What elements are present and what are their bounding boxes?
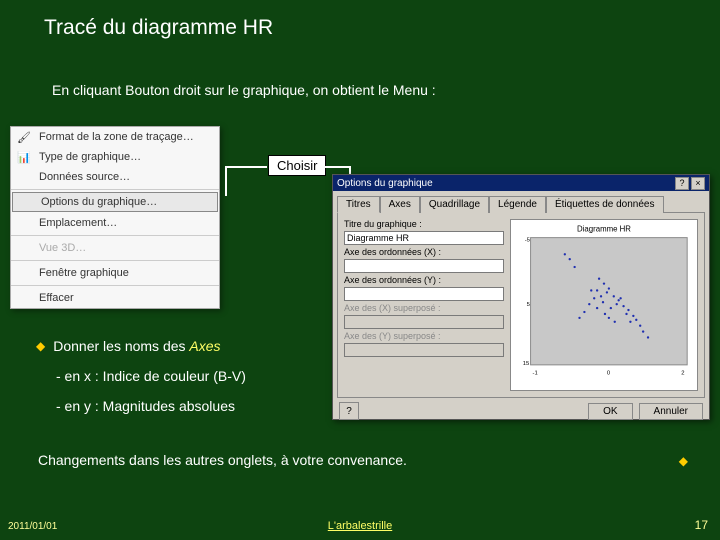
dialog-panel: Titre du graphique : Axe des ordonnées (… [337,212,705,398]
chart-icon: 📊 [15,149,33,165]
cancel-button[interactable]: Annuler [639,403,703,420]
svg-text:-5: -5 [525,238,531,244]
choisir-label: Choisir [268,155,326,176]
y2-axis-label: Axe des (Y) superposé : [344,331,504,341]
blank-icon [15,240,33,256]
bullet-y: - en y : Magnitudes absolues [56,398,235,414]
x2-axis-input [344,315,504,329]
menu-separator [11,235,219,236]
arrow-right [325,166,351,168]
scatter-preview-icon: Diagramme HR -5 5 15 [511,220,697,386]
diamond-icon: ◆ [36,339,45,353]
menu-label: Vue 3D… [39,242,86,254]
svg-text:0: 0 [607,371,611,377]
tab-legende[interactable]: Légende [489,196,546,213]
close-button[interactable]: × [691,177,705,190]
menu-item-fenetre[interactable]: Fenêtre graphique [11,263,219,283]
bullet-em: Axes [189,338,220,354]
menu-separator [11,189,219,190]
menu-label: Format de la zone de traçage… [39,131,194,143]
svg-text:5: 5 [527,302,531,308]
arrow-left-v [225,166,227,196]
options-dialog: Options du graphique ? × Titres Axes Qua… [332,174,710,420]
tab-etiquettes[interactable]: Étiquettes de données [546,196,664,213]
menu-item-format[interactable]: 🖌 Format de la zone de traçage… [11,127,219,147]
slide-title: Tracé du diagramme HR [44,16,273,40]
chart-preview: Diagramme HR -5 5 15 [510,219,698,391]
help-button[interactable]: ? [675,177,689,190]
menu-label: Options du graphique… [41,196,157,208]
y-axis-label: Axe des ordonnées (Y) : [344,275,504,285]
y-axis-input[interactable] [344,287,504,301]
chart-title-label: Titre du graphique : [344,219,504,229]
menu-label: Fenêtre graphique [39,267,129,279]
menu-item-emplacement[interactable]: Emplacement… [11,213,219,233]
tab-titres[interactable]: Titres [337,196,380,213]
y2-axis-input [344,343,504,357]
menu-item-source[interactable]: Données source… [11,167,219,187]
dialog-titlebar: Options du graphique ? × [333,175,709,191]
blank-icon [17,194,35,210]
paint-icon: 🖌 [15,129,33,145]
preview-title: Diagramme HR [577,225,631,234]
bullet-other: Changements dans les autres onglets, à v… [38,452,407,468]
blank-icon [15,290,33,306]
footer-page-number: 17 [695,518,708,532]
x2-axis-label: Axe des (X) superposé : [344,303,504,313]
dialog-footer: ? OK Annuler [333,398,709,424]
dialog-tabs: Titres Axes Quadrillage Légende Étiquett… [333,191,709,212]
bullet-x: - en x : Indice de couleur (B-V) [56,368,246,384]
dialog-title: Options du graphique [337,178,433,189]
svg-text:2: 2 [681,371,684,377]
blank-icon [15,265,33,281]
menu-item-type[interactable]: 📊 Type de graphique… [11,147,219,167]
tab-quadrillage[interactable]: Quadrillage [420,196,489,213]
slide-subtitle: En cliquant Bouton droit sur le graphiqu… [52,82,436,98]
menu-separator [11,260,219,261]
diamond-icon: ◆ [679,454,688,468]
chart-title-input[interactable] [344,231,504,245]
menu-label: Emplacement… [39,217,117,229]
svg-text:15: 15 [523,361,530,367]
x-axis-label: Axe des ordonnées (X) : [344,247,504,257]
footer-date: 2011/01/01 [8,521,57,532]
svg-text:-1: -1 [533,371,538,377]
menu-item-options[interactable]: Options du graphique… [12,192,218,212]
menu-item-3d: Vue 3D… [11,238,219,258]
arrow-left [225,166,267,168]
dialog-form: Titre du graphique : Axe des ordonnées (… [344,219,504,391]
ok-button[interactable]: OK [588,403,632,420]
footer-center-link[interactable]: L'arbalestrille [328,520,392,532]
context-menu: 🖌 Format de la zone de traçage… 📊 Type d… [10,126,220,309]
menu-label: Type de graphique… [39,151,141,163]
menu-item-effacer[interactable]: Effacer [11,288,219,308]
menu-separator [11,285,219,286]
tab-axes[interactable]: Axes [380,196,420,213]
dialog-help-button[interactable]: ? [339,402,359,420]
bullet-axes: ◆ Donner les noms des Axes [36,338,221,354]
bullet-text: Donner les noms des [53,338,189,354]
menu-label: Effacer [39,292,74,304]
blank-icon [15,169,33,185]
x-axis-input[interactable] [344,259,504,273]
menu-label: Données source… [39,171,130,183]
blank-icon [15,215,33,231]
